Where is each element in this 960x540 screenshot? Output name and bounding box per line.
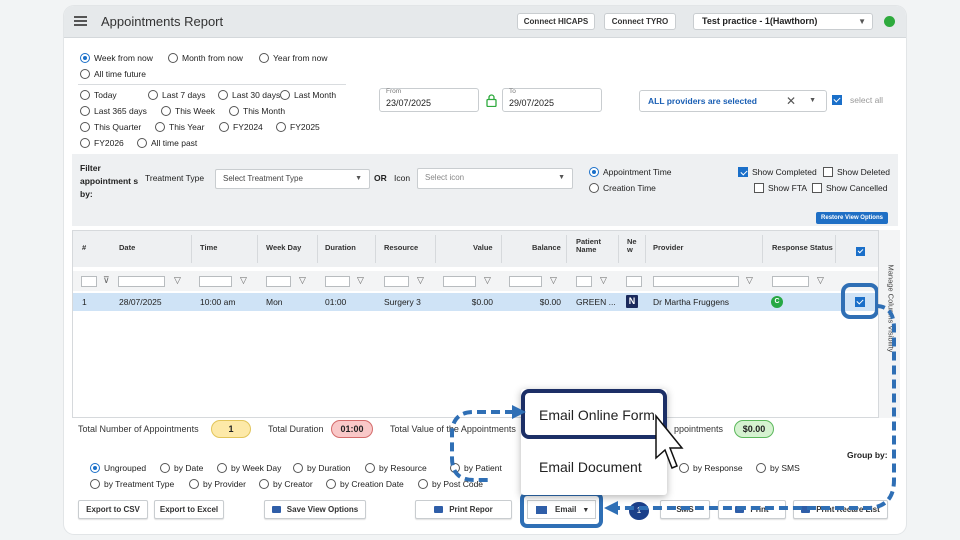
app-window: Appointments Report Connect HICAPS Conne… <box>64 6 906 534</box>
arrow-left-icon <box>604 501 618 515</box>
arrow-right-icon <box>512 405 526 419</box>
annotation-arrows <box>450 304 896 515</box>
cursor-icon <box>655 413 684 469</box>
annotation-dashed-path <box>616 304 896 510</box>
annotation-dashed-path <box>450 410 514 482</box>
